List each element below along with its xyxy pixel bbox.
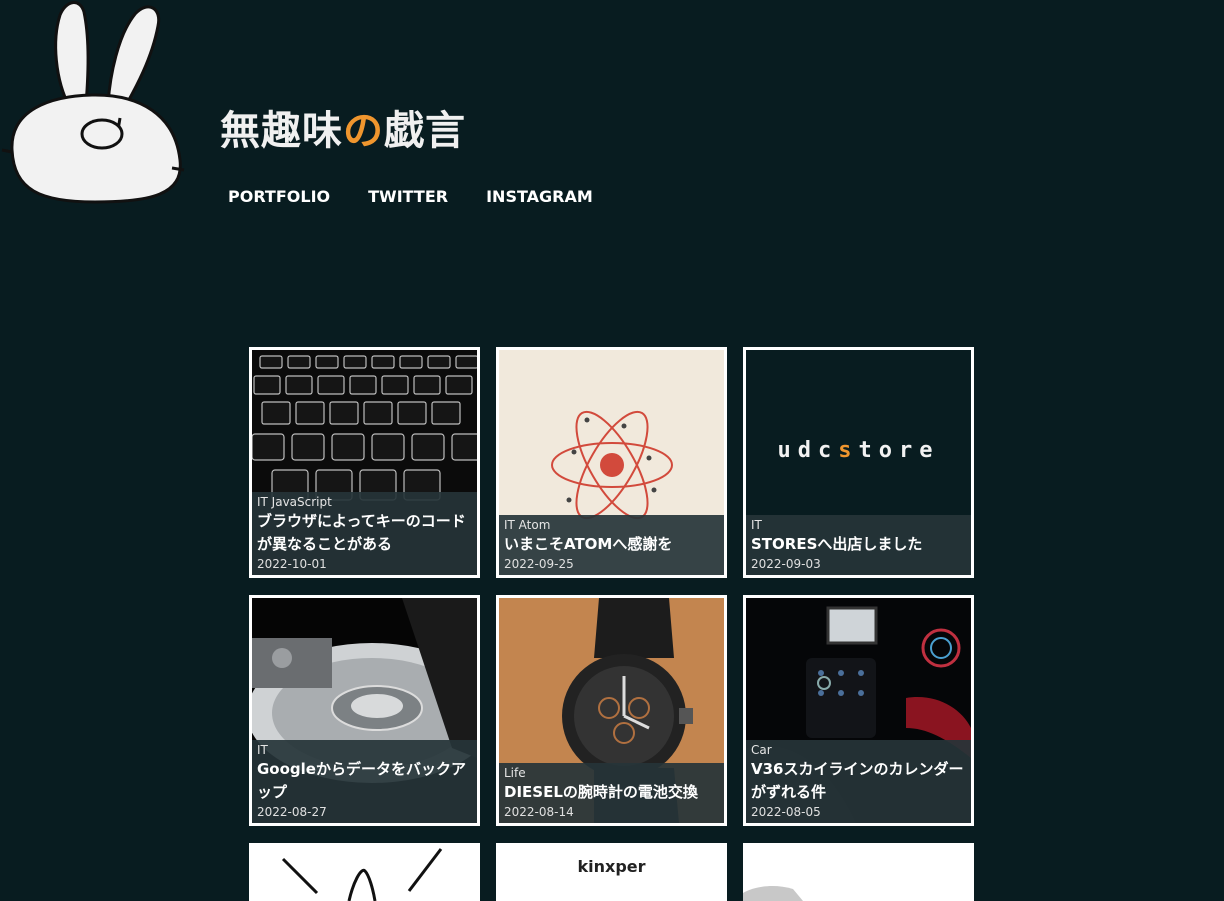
- post-info: Life DIESELの腕時計の電池交換 2022-08-14: [499, 763, 724, 823]
- post-title[interactable]: STORESへ出店しました: [751, 533, 965, 556]
- post-info: IT STORESへ出店しました 2022-09-03: [746, 515, 971, 575]
- udcstore-logo-image: udcstore: [746, 438, 971, 463]
- line-drawing-image: [249, 843, 480, 901]
- site-logo-bunny[interactable]: [0, 0, 190, 210]
- post-card[interactable]: kinxper: [496, 843, 727, 901]
- post-date: 2022-10-01: [257, 557, 327, 571]
- post-categories[interactable]: IT: [751, 518, 965, 532]
- post-date: 2022-09-03: [751, 557, 821, 571]
- post-card[interactable]: [743, 843, 974, 901]
- post-card[interactable]: IT JavaScript ブラウザによってキーのコードが異なることがある 20…: [249, 347, 480, 578]
- post-card[interactable]: Car V36スカイラインのカレンダーがずれる件 2022-08-05: [743, 595, 974, 826]
- post-card[interactable]: IT Googleからデータをバックアップ 2022-08-27: [249, 595, 480, 826]
- post-card[interactable]: IT Atom いまこそATOMへ感謝を 2022-09-25: [496, 347, 727, 578]
- nav-link-twitter[interactable]: TWITTER: [368, 187, 448, 206]
- main-nav: PORTFOLIO TWITTER INSTAGRAM: [228, 187, 593, 206]
- post-categories[interactable]: Car: [751, 743, 965, 757]
- post-title[interactable]: ブラウザによってキーのコードが異なることがある: [257, 510, 471, 556]
- udcstore-logo-part2: tore: [858, 438, 940, 463]
- post-categories[interactable]: IT Atom: [504, 518, 718, 532]
- nav-link-portfolio[interactable]: PORTFOLIO: [228, 187, 330, 206]
- post-card[interactable]: [249, 843, 480, 901]
- gray-object-image: [743, 843, 974, 901]
- post-categories[interactable]: IT JavaScript: [257, 495, 471, 509]
- post-title[interactable]: いまこそATOMへ感謝を: [504, 533, 718, 556]
- site-title-part2: 戯言: [384, 108, 466, 154]
- udcstore-logo-accent: s: [838, 438, 859, 463]
- kinxper-logo-image: kinxper: [577, 857, 646, 876]
- post-info: IT Atom いまこそATOMへ感謝を 2022-09-25: [499, 515, 724, 575]
- post-info: Car V36スカイラインのカレンダーがずれる件 2022-08-05: [746, 740, 971, 823]
- udcstore-logo-part1: udc: [777, 438, 839, 463]
- site-title[interactable]: 無趣味の戯言: [220, 98, 466, 156]
- post-info: IT JavaScript ブラウザによってキーのコードが異なることがある 20…: [252, 492, 477, 575]
- post-info: IT Googleからデータをバックアップ 2022-08-27: [252, 740, 477, 823]
- post-title[interactable]: DIESELの腕時計の電池交換: [504, 781, 718, 804]
- post-date: 2022-09-25: [504, 557, 574, 571]
- post-card[interactable]: udcstore IT STORESへ出店しました 2022-09-03: [743, 347, 974, 578]
- site-title-accent: の: [343, 108, 384, 154]
- post-categories[interactable]: IT: [257, 743, 471, 757]
- post-grid: IT JavaScript ブラウザによってキーのコードが異なることがある 20…: [249, 347, 974, 901]
- nav-link-instagram[interactable]: INSTAGRAM: [486, 187, 593, 206]
- site-title-part1: 無趣味: [220, 108, 343, 154]
- post-date: 2022-08-05: [751, 805, 821, 819]
- post-date: 2022-08-14: [504, 805, 574, 819]
- post-title[interactable]: Googleからデータをバックアップ: [257, 758, 471, 804]
- post-title[interactable]: V36スカイラインのカレンダーがずれる件: [751, 758, 965, 804]
- post-date: 2022-08-27: [257, 805, 327, 819]
- post-card[interactable]: Life DIESELの腕時計の電池交換 2022-08-14: [496, 595, 727, 826]
- post-categories[interactable]: Life: [504, 766, 718, 780]
